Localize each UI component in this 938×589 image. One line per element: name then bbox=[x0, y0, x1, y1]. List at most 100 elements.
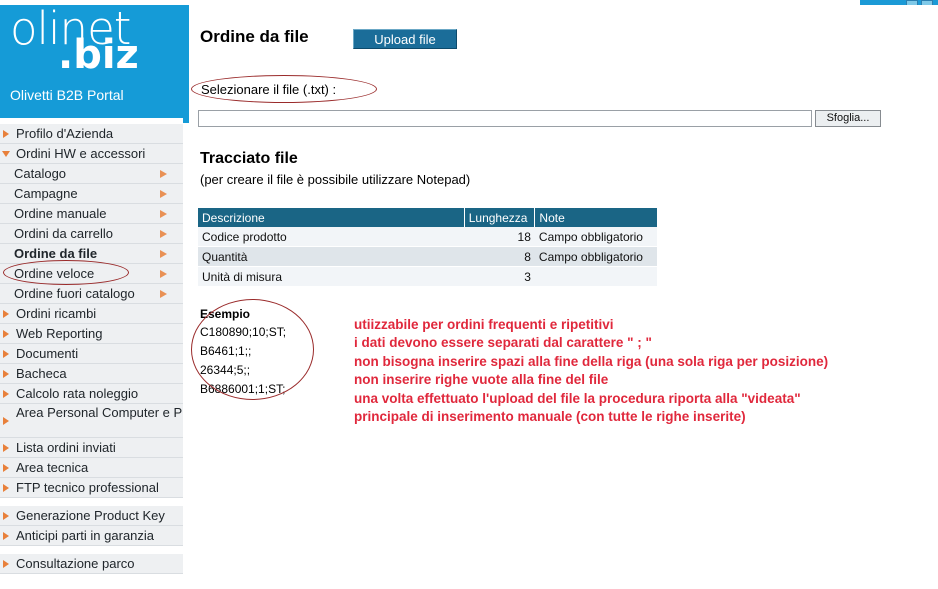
main-content: Ordine da file Upload file Selezionare i… bbox=[189, 5, 938, 589]
table-cell-lunghezza: 3 bbox=[464, 266, 535, 287]
file-path-input[interactable] bbox=[198, 110, 812, 127]
sidebar-item-label: Generazione Product Key bbox=[16, 508, 165, 523]
example-lines: C180890;10;ST; B6461;1;; 26344;5;; B6886001… bbox=[200, 323, 286, 399]
chevron-right-icon bbox=[160, 270, 167, 278]
sidebar-item-documenti[interactable]: Documenti bbox=[0, 344, 183, 364]
table-row: Unità di misura 3 bbox=[198, 266, 657, 287]
sidebar-item-generazione-product-key[interactable]: Generazione Product Key bbox=[0, 506, 183, 526]
sidebar-item-label: Ordine fuori catalogo bbox=[14, 286, 135, 301]
arrow-right-bullet-icon bbox=[3, 310, 9, 318]
brand-tagline: Olivetti B2B Portal bbox=[10, 87, 124, 103]
table-header-note: Note bbox=[534, 208, 657, 227]
table-header-descrizione: Descrizione bbox=[198, 208, 465, 227]
table-cell-lunghezza: 8 bbox=[464, 246, 535, 267]
table-cell-descrizione: Quantità bbox=[198, 246, 465, 267]
sidebar-item-label: Ordini da carrello bbox=[14, 226, 113, 241]
table-cell-note bbox=[534, 266, 657, 287]
sidebar-item-label: Ordine da file bbox=[14, 246, 98, 261]
chevron-right-icon bbox=[160, 290, 167, 298]
logo-text-biz: .biz bbox=[58, 32, 139, 78]
arrow-right-bullet-icon bbox=[3, 370, 9, 378]
arrow-right-bullet-icon bbox=[3, 560, 9, 568]
sidebar-item-bacheca[interactable]: Bacheca bbox=[0, 364, 183, 384]
sidebar-item-ordine-veloce[interactable]: Ordine veloce bbox=[0, 264, 183, 284]
sidebar-item-anticipi-parti-in-garanzia[interactable]: Anticipi parti in garanzia bbox=[0, 526, 183, 546]
arrow-right-bullet-icon bbox=[3, 330, 9, 338]
arrow-down-bullet-icon bbox=[2, 151, 10, 157]
arrow-right-bullet-icon bbox=[3, 464, 9, 472]
sidebar-item-campagne[interactable]: Campagne bbox=[0, 184, 183, 204]
sidebar-item-ordine-fuori-catalogo[interactable]: Ordine fuori catalogo bbox=[0, 284, 183, 304]
logo-text-oli: oli bbox=[10, 2, 61, 55]
sidebar-item-label: Web Reporting bbox=[16, 326, 103, 341]
table-head: Descrizione Lunghezza Note bbox=[198, 208, 657, 227]
arrow-right-bullet-icon bbox=[3, 512, 9, 520]
annotation-line: utiizzabile per ordini frequenti e ripet… bbox=[354, 317, 614, 332]
table-cell-lunghezza: 18 bbox=[464, 227, 535, 247]
example-line: B6886001;1;ST; bbox=[200, 382, 286, 396]
sidebar-item-label: Ordini HW e accessori bbox=[16, 146, 146, 161]
chevron-right-icon bbox=[160, 250, 167, 258]
annotation-line: non bisogna inserire spazi alla fine del… bbox=[354, 353, 829, 369]
table-cell-descrizione: Unità di misura bbox=[198, 266, 465, 287]
sidebar-item-ordini-ricambi[interactable]: Ordini ricambi bbox=[0, 304, 183, 324]
chevron-right-icon bbox=[160, 210, 167, 218]
example-line: C180890;10;ST; bbox=[200, 325, 287, 339]
example-line: B6461;1;; bbox=[200, 344, 252, 358]
arrow-right-bullet-icon bbox=[3, 444, 9, 452]
sidebar-item-ordini-da-carrello[interactable]: Ordini da carrello bbox=[0, 224, 183, 244]
sidebar-item-area-personal-computer-e-prodotti-power-ups[interactable]: Area Personal Computer e Prodotti Power … bbox=[0, 404, 183, 438]
chevron-right-icon bbox=[160, 170, 167, 178]
sidebar-item-label: FTP tecnico professional bbox=[16, 480, 159, 495]
annotation-notes: utiizzabile per ordini frequenti e ripet… bbox=[354, 316, 828, 426]
example-title: Esempio bbox=[200, 307, 251, 321]
sidebar-item-label: Consultazione parco bbox=[16, 556, 135, 571]
sidebar-item-label: Area tecnica bbox=[16, 460, 89, 475]
page-title: Ordine da file bbox=[200, 27, 309, 46]
sidebar-divider bbox=[183, 123, 186, 589]
table-header-row: Descrizione Lunghezza Note bbox=[198, 208, 657, 227]
sidebar-item-web-reporting[interactable]: Web Reporting bbox=[0, 324, 183, 344]
table-cell-note: Campo obbligatorio bbox=[534, 227, 657, 247]
annotation-line: non inserire righe vuote alla fine del f… bbox=[354, 372, 609, 388]
sidebar-item-ordine-manuale[interactable]: Ordine manuale bbox=[0, 204, 183, 224]
chevron-right-icon bbox=[160, 230, 167, 238]
sidebar-item-ordine-da-file[interactable]: Ordine da file bbox=[0, 244, 183, 264]
sidebar-item-area-tecnica[interactable]: Area tecnica bbox=[0, 458, 183, 478]
sidebar-item-label: Anticipi parti in garanzia bbox=[16, 528, 155, 543]
sidebar-item-ordini-hw-e-accessori[interactable]: Ordini HW e accessori bbox=[0, 144, 183, 164]
sidebar-item-label: Catalogo bbox=[14, 166, 67, 181]
browse-button[interactable]: Sfoglia... bbox=[815, 110, 881, 127]
chevron-right-icon bbox=[160, 190, 167, 198]
arrow-right-bullet-icon bbox=[3, 484, 9, 492]
sidebar-group-separator bbox=[0, 498, 183, 506]
sidebar-item-catalogo[interactable]: Catalogo bbox=[0, 164, 183, 184]
example-line: 26344;5;; bbox=[200, 363, 251, 377]
sidebar-item-label: Bacheca bbox=[16, 366, 67, 381]
sidebar-item-consultazione-parco[interactable]: Consultazione parco bbox=[0, 554, 183, 574]
sidebar-nav: Profilo d'Azienda Ordini HW e accessori Ca… bbox=[0, 124, 183, 574]
annotation-line: i dati devono essere separati dal caratt… bbox=[354, 335, 652, 351]
sidebar-item-label: Lista ordini inviati bbox=[16, 440, 116, 455]
brand-logo-panel: olinet .biz Olivetti B2B Portal bbox=[0, 2, 183, 118]
sidebar-item-lista-ordini-inviati[interactable]: Lista ordini inviati bbox=[0, 438, 183, 458]
sidebar-item-label: Calcolo rata noleggio bbox=[16, 386, 139, 401]
upload-file-button[interactable]: Upload file bbox=[353, 29, 457, 49]
sidebar-item-label: Ordini ricambi bbox=[16, 306, 97, 321]
arrow-right-bullet-icon bbox=[3, 532, 9, 540]
sidebar-item-profilo-d-azienda[interactable]: Profilo d'Azienda bbox=[0, 124, 183, 144]
sidebar-item-label: Ordine manuale bbox=[14, 206, 107, 221]
table-header-lunghezza: Lunghezza bbox=[464, 208, 536, 227]
file-format-table: Descrizione Lunghezza Note Codice prodot… bbox=[198, 208, 657, 287]
annotation-line: principale di inserimento manuale (con t… bbox=[354, 409, 746, 425]
table-row: Codice prodotto 18 Campo obbligatorio bbox=[198, 227, 657, 247]
section-title-tracciato: Tracciato file bbox=[200, 150, 298, 167]
sidebar-item-label: Documenti bbox=[16, 346, 79, 361]
sidebar-item-ftp-tecnico-professional[interactable]: FTP tecnico professional bbox=[0, 478, 183, 498]
table-row: Quantità 8 Campo obbligatorio bbox=[198, 246, 657, 267]
table-body: Codice prodotto 18 Campo obbligatorio Quant… bbox=[198, 227, 657, 287]
app-window: olinet .biz Olivetti B2B Portal Profilo … bbox=[0, 0, 938, 589]
arrow-right-bullet-icon bbox=[3, 350, 9, 358]
annotation-line: una volta effettuato l'upload del file l… bbox=[354, 390, 801, 406]
sidebar-item-calcolo-rata-noleggio[interactable]: Calcolo rata noleggio bbox=[0, 384, 183, 404]
